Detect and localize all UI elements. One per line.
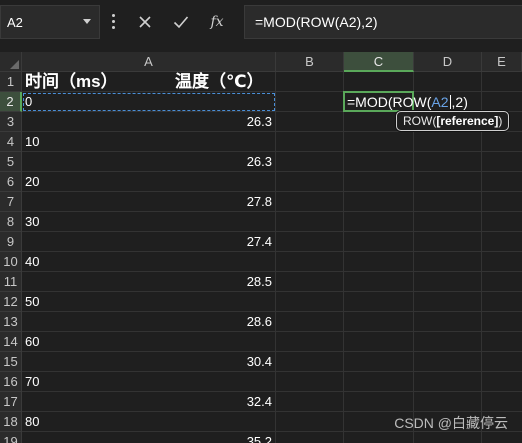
cell-a17[interactable]: 32.4 (22, 392, 276, 412)
row-header-14[interactable]: 14 (0, 332, 22, 352)
x-icon (139, 16, 151, 28)
function-tooltip: ROW([reference]) (396, 111, 510, 131)
cell-a12[interactable]: 50 (22, 292, 276, 312)
tooltip-prefix: ROW( (403, 114, 437, 128)
row-header-13[interactable]: 13 (0, 312, 22, 332)
cell-a11[interactable]: 28.5 (22, 272, 276, 292)
text-caret (449, 95, 451, 109)
column-header-b[interactable]: B (276, 52, 344, 72)
row-header-15[interactable]: 15 (0, 352, 22, 372)
watermark: CSDN @白藏停云 (394, 415, 508, 431)
tooltip-suffix: ) (498, 114, 503, 128)
cell-a3[interactable]: 26.3 (22, 112, 276, 132)
check-icon (173, 16, 189, 29)
formula-text: =MOD(ROW(A2),2) (255, 14, 378, 30)
function-icon: fx (210, 14, 224, 30)
name-box[interactable]: A2 (0, 5, 100, 39)
column-header-e[interactable]: E (482, 52, 522, 72)
cell-a14[interactable]: 60 (22, 332, 276, 352)
row-header-17[interactable]: 17 (0, 392, 22, 412)
cell-a4[interactable]: 10 (22, 132, 276, 152)
cell-a9[interactable]: 27.4 (22, 232, 276, 252)
cancel-button[interactable] (128, 5, 162, 39)
row-header-10[interactable]: 10 (0, 252, 22, 272)
cell-a7[interactable]: 27.8 (22, 192, 276, 212)
column-header-d[interactable]: D (414, 52, 482, 72)
cell-a19[interactable]: 35.2 (22, 432, 276, 443)
formula-input[interactable]: =MOD(ROW(A2),2) (244, 5, 522, 39)
enter-button[interactable] (164, 5, 198, 39)
cell-a15[interactable]: 30.4 (22, 352, 276, 372)
cell-a18[interactable]: 80 (22, 412, 276, 432)
row-header-1[interactable]: 1 (0, 72, 22, 92)
cell-a10[interactable]: 40 (22, 252, 276, 272)
edit-prefix: =MOD(ROW( (347, 94, 432, 110)
row-header-5[interactable]: 5 (0, 152, 22, 172)
row-header-18[interactable]: 18 (0, 412, 22, 432)
chevron-down-icon[interactable] (83, 19, 91, 24)
row-header-6[interactable]: 6 (0, 172, 22, 192)
row-header-7[interactable]: 7 (0, 192, 22, 212)
row-header-9[interactable]: 9 (0, 232, 22, 252)
edit-reference: A2 (431, 94, 449, 110)
more-options-icon[interactable] (112, 14, 116, 30)
row-header-11[interactable]: 11 (0, 272, 22, 292)
cell-c2-edit[interactable]: =MOD(ROW(A2,2) (347, 92, 468, 112)
insert-function-button[interactable]: fx (200, 5, 234, 39)
edit-suffix: ,2) (451, 94, 468, 110)
cell-a13[interactable]: 28.6 (22, 312, 276, 332)
row-header-2[interactable]: 2 (0, 92, 22, 112)
cell-a5[interactable]: 26.3 (22, 152, 276, 172)
column-header-c[interactable]: C (344, 52, 414, 72)
column-header-a[interactable]: A (22, 52, 276, 72)
header-time: 时间（ms） (25, 72, 118, 91)
spreadsheet-grid[interactable]: A B C D E 1 2 3 4 5 6 7 8 9 10 11 12 13 14 15 16 17 18 19 时间（ms）… (0, 52, 522, 443)
row-header-8[interactable]: 8 (0, 212, 22, 232)
select-all-button[interactable] (0, 52, 22, 72)
cell-a6[interactable]: 20 (22, 172, 276, 192)
header-temperature: 温度（℃） (175, 72, 264, 91)
row-header-3[interactable]: 3 (0, 112, 22, 132)
row-header-4[interactable]: 4 (0, 132, 22, 152)
name-box-value: A2 (7, 15, 23, 30)
tooltip-argument[interactable]: [reference] (436, 114, 498, 128)
row-header-12[interactable]: 12 (0, 292, 22, 312)
formula-buttons: fx (128, 5, 238, 39)
row-header-16[interactable]: 16 (0, 372, 22, 392)
cell-a16[interactable]: 70 (22, 372, 276, 392)
cell-a8[interactable]: 30 (22, 212, 276, 232)
row-header-19[interactable]: 19 (0, 432, 22, 443)
copy-marquee-a2 (23, 93, 275, 111)
grid-line-vertical (343, 72, 344, 443)
formula-bar: A2 fx =MOD(ROW(A2),2) (0, 0, 522, 44)
